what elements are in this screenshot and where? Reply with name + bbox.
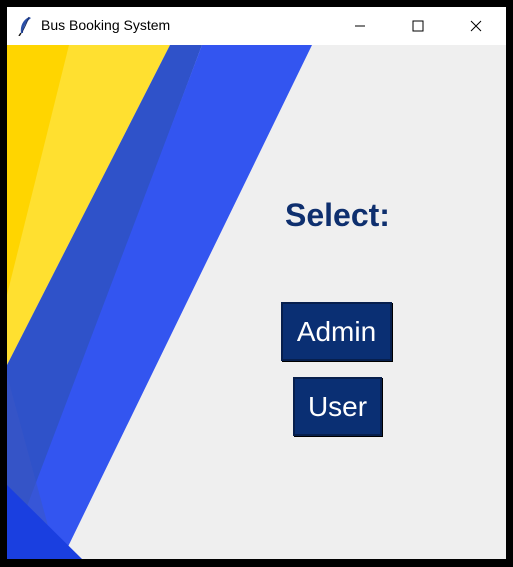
window-title: Bus Booking System (41, 17, 171, 33)
client-area: Select: Admin User (7, 45, 506, 559)
background-graphic (7, 45, 312, 559)
feather-icon (17, 16, 33, 37)
minimize-icon (354, 20, 366, 32)
user-button[interactable]: User (293, 377, 382, 436)
title-bar[interactable]: Bus Booking System (7, 7, 506, 45)
close-button[interactable] (447, 7, 505, 45)
admin-button[interactable]: Admin (281, 302, 392, 361)
select-heading: Select: (285, 197, 390, 233)
close-icon (470, 20, 482, 32)
minimize-button[interactable] (331, 7, 389, 45)
maximize-button[interactable] (389, 7, 447, 45)
maximize-icon (412, 20, 424, 32)
app-window: Bus Booking System Select: Admin User (7, 7, 506, 559)
